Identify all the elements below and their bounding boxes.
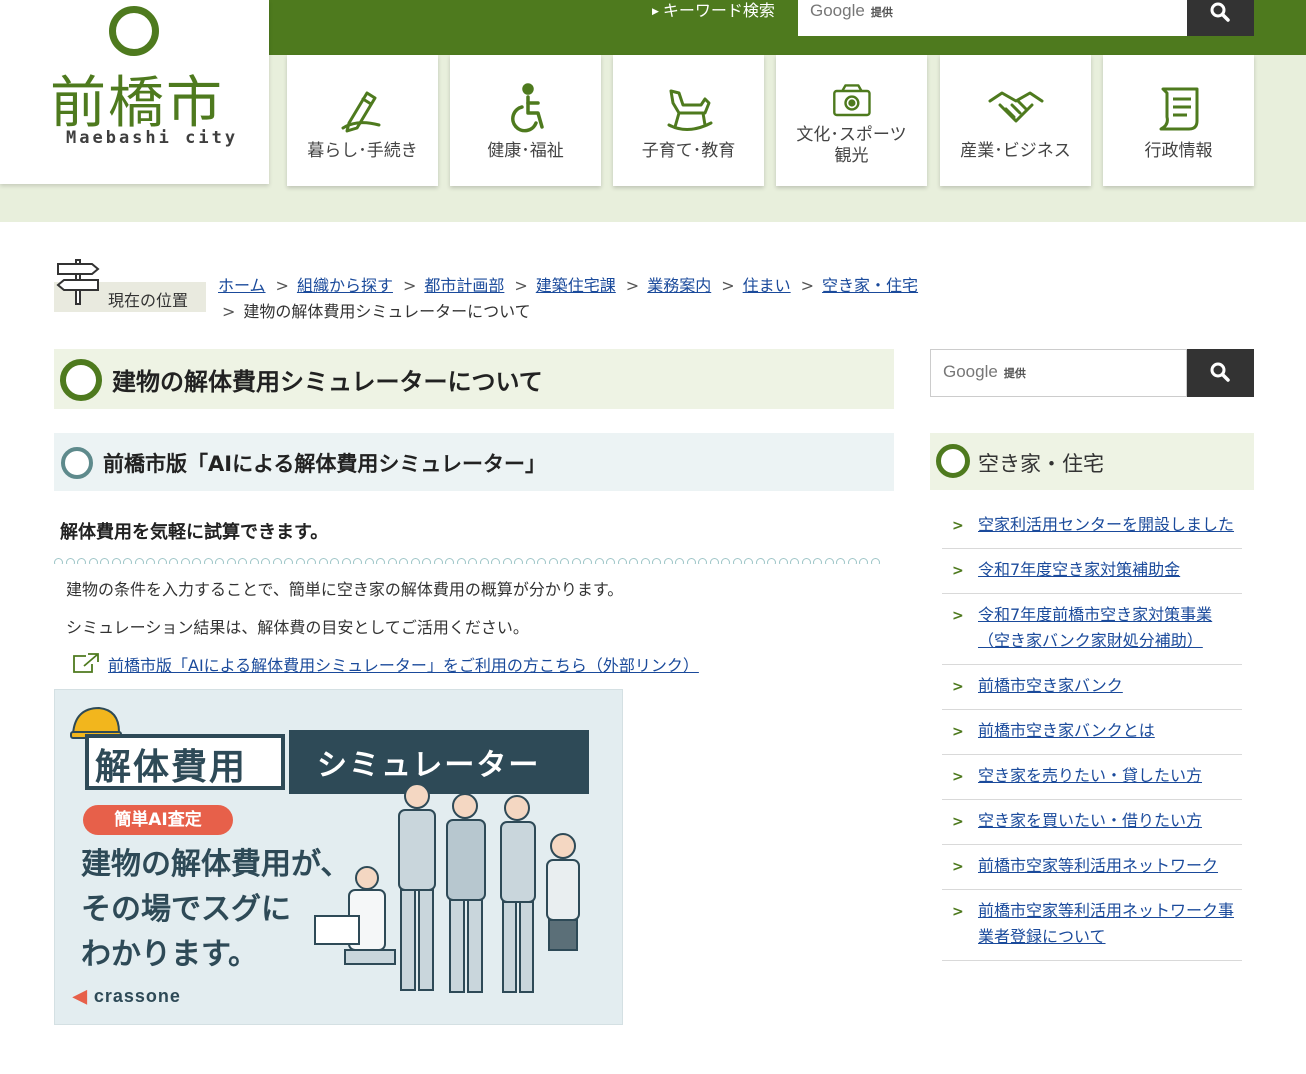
breadcrumb-link[interactable]: 空き家・住宅: [822, 276, 918, 295]
nav-label: 子育て･教育: [641, 141, 736, 161]
sidebar-search-input[interactable]: Google 提供: [930, 349, 1187, 397]
breadcrumb: ホーム > 組織から探す > 都市計画部 > 建築住宅課 > 業務案内 > 住まい > 空き家・住宅 > 建…: [218, 276, 919, 321]
nav-tile-health[interactable]: 健康･福祉: [450, 55, 601, 186]
simulator-external-link[interactable]: 前橋市版「AIによる解体費用シミュレーター」をご利用の方こちら（外部リンク）: [108, 656, 699, 675]
sidebar-ring-icon: [936, 444, 970, 478]
breadcrumb-link[interactable]: 住まい: [743, 276, 791, 295]
nav-label: 健康･福祉: [487, 141, 564, 161]
chevron-right-icon: >: [952, 679, 964, 695]
triangle-right-icon: ▶: [652, 6, 659, 17]
list-item: > 空き家を買いたい・借りたい方: [942, 800, 1242, 845]
chevron-right-icon: >: [952, 724, 964, 740]
list-item: > 前橋市空き家バンクとは: [942, 710, 1242, 755]
breadcrumb-link[interactable]: 組織から探す: [297, 276, 393, 295]
chevron-right-icon: >: [952, 814, 964, 830]
sidebar-search-button[interactable]: [1187, 349, 1254, 397]
chevron-right-icon: >: [952, 518, 964, 534]
site-logo[interactable]: 前橋市 Maebashi city: [0, 0, 269, 184]
page-title: 建物の解体費用シミュレーターについて: [112, 368, 543, 396]
external-link-icon: [73, 653, 99, 673]
pen-icon: [341, 91, 381, 133]
list-item: > 前橋市空家等利活用ネットワーク: [942, 845, 1242, 890]
breadcrumb-link[interactable]: ホーム: [218, 276, 266, 295]
sidebar-link-list: > 空家利活用センターを開設しました > 令和7年度空き家対策補助金 > 令和7年度前…: [942, 504, 1242, 961]
lead-heading: 解体費用を気軽に試算できます。: [60, 522, 329, 543]
nav-label: 文化･スポーツ 観光: [796, 125, 907, 166]
handshake-icon: [988, 91, 1044, 123]
chevron-right-icon: >: [952, 563, 964, 579]
nav-tile-childcare[interactable]: 子育て･教育: [613, 55, 764, 186]
title-ring-icon: [60, 359, 102, 401]
paragraph: 建物の条件を入力することで、簡単に空き家の解体費用の概算が分かります。: [66, 580, 624, 599]
list-item: > 令和7年度前橋市空き家対策事業（空き家バンク家財処分補助）: [942, 594, 1242, 665]
sidebar-link[interactable]: 前橋市空き家バンク: [978, 676, 1123, 695]
wheelchair-icon: [511, 83, 544, 133]
search-icon: [1210, 2, 1230, 22]
sidebar-heading: 空き家・住宅: [978, 452, 1104, 476]
sidebar-link[interactable]: 空家利活用センターを開設しました: [978, 515, 1234, 534]
document-icon: [1159, 87, 1199, 131]
banner-title: 解体費用: [95, 747, 248, 788]
search-icon: [1210, 362, 1230, 382]
chevron-right-icon: >: [952, 769, 964, 785]
nav-label: 暮らし･手続き: [307, 141, 418, 161]
sidebar-link[interactable]: 空き家を売りたい・貸したい方: [978, 766, 1202, 785]
breadcrumb-link[interactable]: 都市計画部: [424, 276, 504, 295]
dotted-divider: [54, 552, 894, 564]
header-search-input[interactable]: Google 提供: [798, 0, 1188, 36]
nav-tile-culture[interactable]: 文化･スポーツ 観光: [776, 55, 927, 186]
logo-kanji: 前橋市: [50, 71, 224, 136]
sidebar-link[interactable]: 令和7年度空き家対策補助金: [978, 560, 1180, 579]
camera-icon: [833, 84, 871, 117]
rocking-horse-icon: [667, 89, 713, 131]
sidebar-link[interactable]: 令和7年度前橋市空き家対策事業（空き家バンク家財処分補助）: [978, 605, 1212, 650]
paragraph: シミュレーション結果は、解体費の目安としてご活用ください。: [66, 618, 529, 637]
list-item: > 前橋市空家等利活用ネットワーク事業者登録について: [942, 890, 1242, 961]
location-label: 現在の位置: [108, 291, 189, 310]
logo-circle-icon: [109, 6, 159, 56]
workers-illustration: [314, 783, 580, 993]
chevron-right-icon: >: [952, 608, 964, 624]
nav-tile-admin[interactable]: 行政情報: [1103, 55, 1254, 186]
google-mark: Google 提供: [810, 1, 893, 20]
external-link-row: 前橋市版「AIによる解体費用シミュレーター」をご利用の方こちら（外部リンク）: [72, 652, 699, 676]
nav-tile-living[interactable]: 暮らし･手続き: [287, 55, 438, 186]
header-search-button[interactable]: [1187, 0, 1254, 36]
nav-tile-business[interactable]: 産業･ビジネス: [940, 55, 1091, 186]
list-item: > 空き家を売りたい・貸したい方: [942, 755, 1242, 800]
sidebar-link[interactable]: 空き家を買いたい・借りたい方: [978, 811, 1202, 830]
sidebar-link[interactable]: 前橋市空家等利活用ネットワーク: [978, 856, 1218, 875]
list-item: > 令和7年度空き家対策補助金: [942, 549, 1242, 594]
list-item: > 前橋市空き家バンク: [942, 665, 1242, 710]
list-item: > 空家利活用センターを開設しました: [942, 504, 1242, 549]
sidebar-link[interactable]: 前橋市空家等利活用ネットワーク事業者登録について: [978, 901, 1234, 946]
banner-pill: 簡単AI査定: [83, 805, 233, 835]
nav-label: 産業･ビジネス: [960, 141, 1071, 161]
breadcrumb-current: 建物の解体費用シミュレーターについて: [243, 302, 531, 321]
breadcrumb-link[interactable]: 業務案内: [647, 276, 711, 295]
chevron-right-icon: >: [952, 904, 964, 920]
sidebar-link[interactable]: 前橋市空き家バンクとは: [978, 721, 1155, 740]
simulator-banner[interactable]: 解体費用 シミュレーター 簡単AI査定 建物の解体費用が、 その場でスグに わかりま…: [54, 689, 623, 1025]
subtitle-ring-icon: [61, 447, 93, 479]
nav-label: 行政情報: [1144, 141, 1213, 161]
section-heading: 前橋市版「AIによる解体費用シミュレーター」: [103, 452, 547, 476]
keyword-search-label: ▶ キーワード検索: [652, 1, 775, 20]
logo-roman: Maebashi city: [66, 128, 239, 148]
breadcrumb-link[interactable]: 建築住宅課: [536, 276, 616, 295]
banner-brand: ◀ crassone: [73, 986, 181, 1006]
signpost-icon: [56, 259, 100, 305]
chevron-right-icon: >: [952, 859, 964, 875]
google-mark: Google 提供: [943, 362, 1026, 381]
